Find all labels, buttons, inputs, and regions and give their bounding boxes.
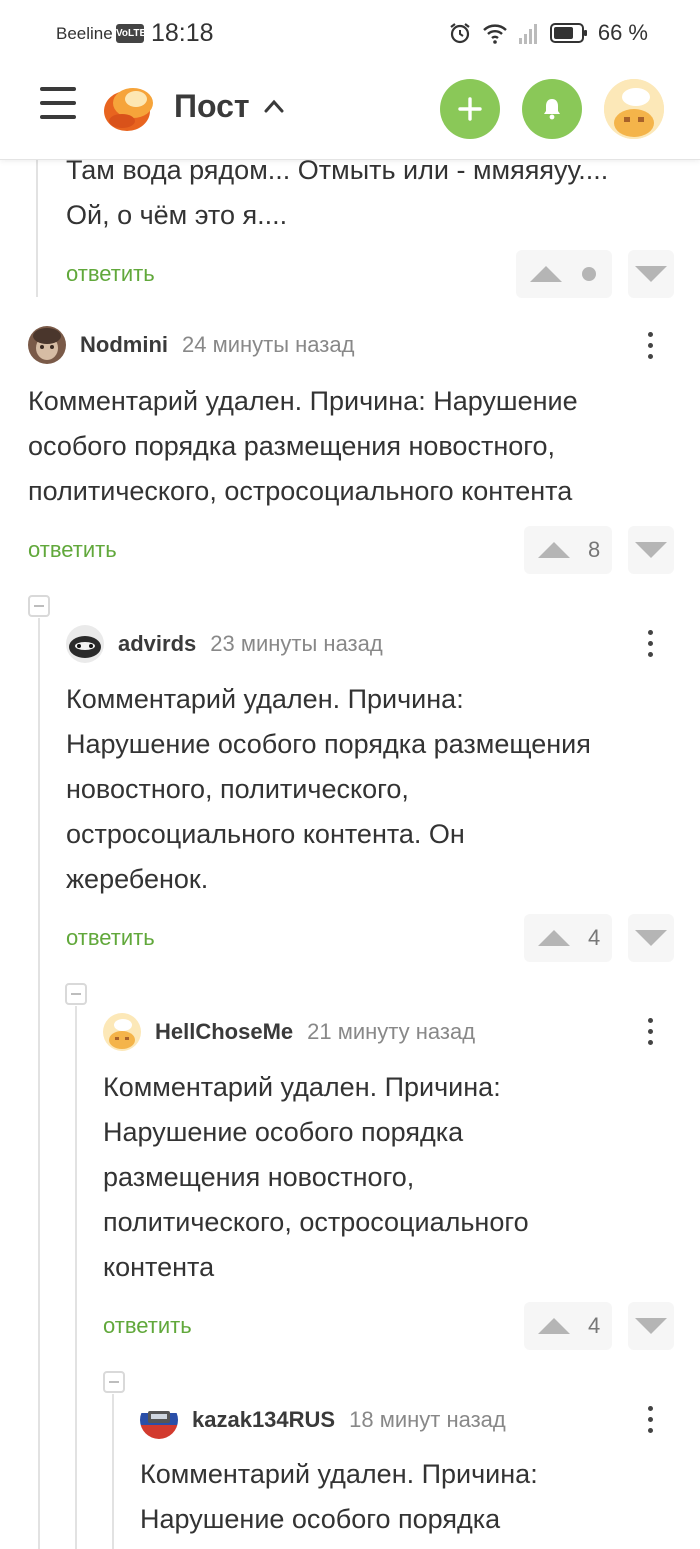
comment-text: Комментарий удален. Причина: Нарушение о…: [28, 386, 578, 506]
comments-list: Там вода рядом... Отмыть или - ммяяяуу..…: [0, 160, 700, 1549]
arrow-up-icon: [538, 930, 570, 946]
plus-icon: [458, 97, 482, 121]
vote-up-button[interactable]: 8: [524, 526, 612, 574]
reply-link[interactable]: ответить: [66, 925, 155, 951]
author-name[interactable]: advirds: [118, 631, 196, 657]
battery-percent: 66 %: [597, 20, 648, 45]
comment-time[interactable]: 24 минуты назад: [182, 332, 354, 358]
app-logo[interactable]: [102, 81, 156, 133]
clock: 18:18: [151, 19, 214, 47]
reply-link[interactable]: ответить: [103, 1313, 192, 1339]
author-name[interactable]: HellChoseMe: [155, 1019, 293, 1045]
vote-down-button[interactable]: [628, 250, 674, 298]
avatar-image: [604, 79, 664, 139]
avatar[interactable]: [103, 1013, 141, 1051]
comment-header: advirds 23 минуты назад: [66, 624, 383, 664]
alarm-icon: [450, 23, 470, 44]
score: 4: [588, 925, 601, 950]
vote-up-button[interactable]: 4: [524, 1302, 612, 1350]
more-options-icon[interactable]: [638, 626, 662, 662]
avatar[interactable]: [66, 625, 104, 663]
comment-time[interactable]: 21 минуту назад: [307, 1019, 475, 1045]
arrow-down-icon: [635, 542, 667, 558]
user-avatar[interactable]: [604, 79, 664, 139]
collapse-thread-button[interactable]: [103, 1371, 125, 1393]
volte-badge: VoLTE: [116, 24, 146, 43]
vote-down-button[interactable]: [628, 914, 674, 962]
comment-text: Комментарий удален. Причина: Нарушение о…: [140, 1459, 538, 1534]
menu-button[interactable]: [40, 87, 76, 123]
more-options-icon[interactable]: [638, 1402, 662, 1438]
author-name[interactable]: Nodmini: [80, 332, 168, 358]
score: 4: [588, 1313, 601, 1338]
arrow-down-icon: [635, 930, 667, 946]
collapse-thread-button[interactable]: [28, 595, 50, 617]
comment-text: Комментарий удален. Причина: Нарушение о…: [66, 684, 591, 894]
notifications-button[interactable]: [522, 79, 582, 139]
carrier-name: Beeline: [56, 24, 113, 43]
author-name[interactable]: kazak134RUS: [192, 1407, 335, 1433]
thread-line: [75, 1006, 77, 1549]
add-post-button[interactable]: [440, 79, 500, 139]
arrow-down-icon: [635, 1318, 667, 1334]
menu-icon: [40, 87, 76, 91]
comment-text: Комментарий удален. Причина: Нарушение о…: [103, 1072, 529, 1282]
arrow-up-icon: [538, 542, 570, 558]
caret-up-icon[interactable]: [262, 96, 286, 116]
signal-icon: [518, 24, 537, 44]
comment-header: HellChoseMe 21 минуту назад: [103, 1012, 475, 1052]
comment-header: kazak134RUS 18 минут назад: [140, 1400, 506, 1440]
comment-time[interactable]: 18 минут назад: [349, 1407, 506, 1433]
score: 8: [588, 537, 601, 562]
status-bar: Beeline VoLTE 18:18 66 %: [0, 0, 700, 68]
more-options-icon[interactable]: [638, 1014, 662, 1050]
arrow-down-icon: [635, 266, 667, 282]
comment-text: Там вода рядом... Отмыть или - ммяяяуу..…: [66, 160, 609, 230]
avatar[interactable]: [140, 1401, 178, 1439]
collapse-thread-button[interactable]: [65, 983, 87, 1005]
battery-icon: [549, 23, 587, 43]
score-dot: [582, 267, 596, 281]
more-options-icon[interactable]: [638, 328, 662, 364]
comment-time[interactable]: 23 минуты назад: [210, 631, 382, 657]
arrow-up-icon: [530, 266, 562, 282]
vote-down-button[interactable]: [628, 1302, 674, 1350]
reply-link[interactable]: ответить: [28, 537, 117, 563]
thread-line: [38, 618, 40, 1549]
arrow-up-icon: [538, 1318, 570, 1334]
page-title[interactable]: Пост: [174, 88, 250, 125]
vote-down-button[interactable]: [628, 526, 674, 574]
thread-line: [112, 1394, 114, 1549]
status-icons: 66 %: [448, 20, 648, 46]
vote-up-button[interactable]: [516, 250, 612, 298]
avatar[interactable]: [28, 326, 66, 364]
comment-header: Nodmini 24 минуты назад: [28, 325, 354, 365]
wifi-icon: [483, 24, 507, 44]
bell-icon: [544, 99, 560, 120]
reply-link[interactable]: ответить: [66, 261, 155, 287]
thread-line: [36, 160, 38, 297]
vote-up-button[interactable]: 4: [524, 914, 612, 962]
app-header: Пост: [0, 68, 700, 160]
